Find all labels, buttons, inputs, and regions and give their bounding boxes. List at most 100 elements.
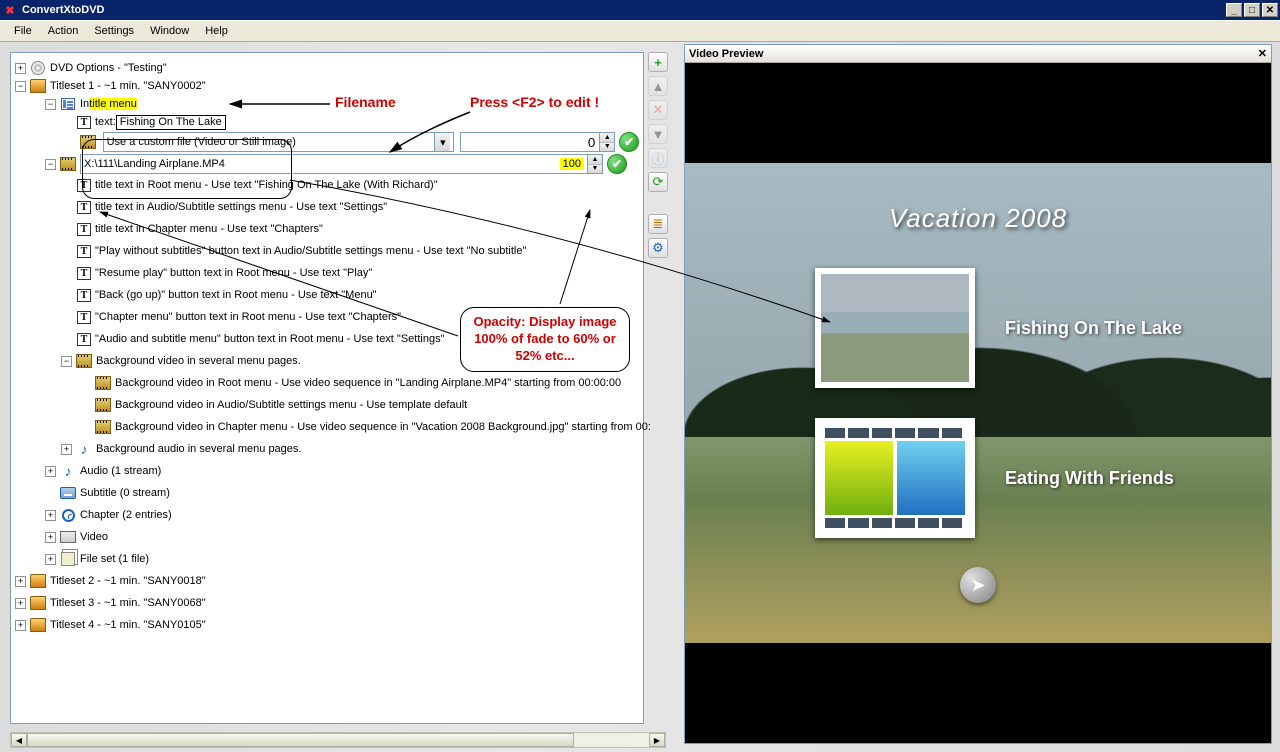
menu-thumbnail-1[interactable] — [815, 268, 975, 388]
music-note-icon: ♪ — [76, 441, 92, 457]
menu-help[interactable]: Help — [197, 23, 236, 39]
expand-icon[interactable]: + — [45, 554, 56, 565]
chevron-down-icon[interactable]: ▾ — [434, 133, 450, 151]
horizontal-scrollbar[interactable]: ◀ ▶ — [10, 732, 666, 748]
offset-field[interactable] — [460, 132, 600, 152]
film-icon — [76, 353, 92, 369]
files-icon — [60, 551, 76, 567]
node-chapter[interactable]: + Chapter (2 entries) — [15, 506, 639, 524]
opacity-spinner[interactable]: ▲▼ — [588, 154, 603, 174]
node-bg-audio[interactable]: + ♪ Background audio in several menu pag… — [15, 440, 639, 458]
expand-icon[interactable]: + — [45, 466, 56, 477]
film-icon — [95, 419, 111, 435]
expand-icon[interactable]: + — [45, 510, 56, 521]
close-button[interactable]: ✕ — [1262, 3, 1278, 17]
node-audio[interactable]: + ♪ Audio (1 stream) — [15, 462, 639, 480]
side-toolbar: + ▲ ✕ ▼ ⓘ ⟳ ≣ ⚙ — [648, 52, 670, 262]
tree-text-line[interactable]: T"Resume play" button text in Root menu … — [15, 264, 639, 282]
info-button[interactable]: ⓘ — [648, 148, 668, 168]
scroll-right-button[interactable]: ▶ — [649, 733, 665, 747]
node-fileset[interactable]: + File set (1 file) — [15, 550, 639, 568]
text-icon: T — [77, 245, 91, 258]
film-icon — [60, 156, 76, 172]
add-button[interactable]: + — [648, 52, 668, 72]
remove-button[interactable]: ✕ — [648, 100, 668, 120]
node-titleset-4[interactable]: + Titleset 4 - ~1 min. "SANY0105" — [15, 616, 639, 634]
node-titleset-2[interactable]: + Titleset 2 - ~1 min. "SANY0018" — [15, 572, 639, 590]
settings-button[interactable]: ⚙ — [648, 238, 668, 258]
node-in-title-menu[interactable]: − In title menu — [15, 95, 639, 113]
menu-title-text: Vacation 2008 — [685, 203, 1271, 234]
node-titleset-3[interactable]: + Titleset 3 - ~1 min. "SANY0068" — [15, 594, 639, 612]
file-path-field[interactable]: X:\111\Landing Airplane.MP4 100 — [80, 154, 588, 174]
menu-file[interactable]: File — [6, 23, 40, 39]
titleset-icon — [30, 595, 46, 611]
titleset-icon — [30, 573, 46, 589]
refresh-button[interactable]: ⟳ — [648, 172, 668, 192]
tree-bg-line[interactable]: Background video in Root menu - Use vide… — [15, 374, 639, 392]
label: Titleset 1 - ~1 min. "SANY0002" — [50, 80, 206, 92]
node-video[interactable]: + Video — [15, 528, 639, 546]
tree-bg-line[interactable]: Background video in Chapter menu - Use v… — [15, 418, 639, 436]
music-note-icon: ♪ — [60, 463, 76, 479]
tree-text-line[interactable]: T"Play without subtitles" button text in… — [15, 242, 639, 260]
expand-icon[interactable]: + — [15, 576, 26, 587]
menu-settings[interactable]: Settings — [86, 23, 142, 39]
tree-text-line[interactable]: Ttitle text in Root menu - Use text "Fis… — [15, 176, 639, 194]
preview-title: Video Preview — [689, 48, 763, 60]
confirm-button[interactable]: ✔ — [607, 154, 627, 174]
collapse-icon[interactable]: − — [15, 81, 26, 92]
tree-text-line[interactable]: Ttitle text in Audio/Subtitle settings m… — [15, 198, 639, 216]
menu-action[interactable]: Action — [40, 23, 87, 39]
menu-thumbnail-2[interactable] — [815, 418, 975, 538]
node-dvd-options[interactable]: + DVD Options - "Testing" — [15, 59, 639, 77]
minimize-button[interactable]: _ — [1226, 3, 1242, 17]
file-path-row: − X:\111\Landing Airplane.MP4 100 ▲▼ ✔ — [15, 154, 639, 174]
text-label: text: — [95, 116, 116, 128]
menu-preview: Vacation 2008 Fishing On The Lake Eating… — [685, 163, 1271, 643]
collapse-icon[interactable]: − — [61, 356, 72, 367]
menu-item-2-label: Eating With Friends — [1005, 468, 1174, 489]
maximize-button[interactable]: □ — [1244, 3, 1260, 17]
nav-next-button[interactable]: ➤ — [960, 567, 996, 603]
expand-icon[interactable]: + — [15, 620, 26, 631]
scroll-thumb[interactable] — [27, 733, 574, 747]
titleset-icon — [30, 617, 46, 633]
offset-spinner[interactable]: ▲▼ — [600, 132, 615, 152]
close-icon[interactable]: ✕ — [1258, 47, 1267, 60]
move-up-button[interactable]: ▲ — [648, 76, 668, 96]
preview-panel: Video Preview ✕ Vacation 2008 Fishing On… — [684, 44, 1272, 744]
file-path-value: X:\111\Landing Airplane.MP4 — [84, 158, 560, 170]
source-combobox[interactable]: Use a custom file (Video or Still image)… — [103, 132, 455, 152]
text-icon: T — [77, 223, 91, 236]
confirm-button[interactable]: ✔ — [619, 132, 639, 152]
tree-text-line[interactable]: Ttitle text in Chapter menu - Use text "… — [15, 220, 639, 238]
tree-bg-line[interactable]: Background video in Audio/Subtitle setti… — [15, 396, 639, 414]
text-icon: T — [77, 289, 91, 302]
expand-icon[interactable]: + — [15, 598, 26, 609]
clock-icon — [60, 507, 76, 523]
collapse-icon[interactable]: − — [45, 99, 56, 110]
collapse-icon[interactable]: − — [45, 159, 56, 170]
window-titlebar: ✖ ConvertXtoDVD _ □ ✕ — [0, 0, 1280, 20]
tree-text-line[interactable]: T"Back (go up)" button text in Root menu… — [15, 286, 639, 304]
subtitle-icon — [60, 485, 76, 501]
node-titleset-1[interactable]: − Titleset 1 - ~1 min. "SANY0002" — [15, 77, 639, 95]
organize-button[interactable]: ≣ — [648, 214, 668, 234]
title-text-input[interactable]: Fishing On The Lake — [116, 115, 226, 130]
node-subtitle[interactable]: Subtitle (0 stream) — [15, 484, 639, 502]
menu-icon — [60, 96, 76, 112]
expand-icon[interactable]: + — [15, 63, 26, 74]
expand-icon[interactable]: + — [61, 444, 72, 455]
preview-body: Vacation 2008 Fishing On The Lake Eating… — [685, 63, 1271, 743]
film-icon — [95, 397, 111, 413]
text-icon: T — [77, 311, 91, 324]
scroll-left-button[interactable]: ◀ — [11, 733, 27, 747]
expand-icon[interactable]: + — [45, 532, 56, 543]
label: DVD Options - "Testing" — [50, 62, 167, 74]
text-icon: T — [77, 267, 91, 280]
node-text-field[interactable]: T text: Fishing On The Lake — [15, 113, 639, 131]
move-down-button[interactable]: ▼ — [648, 124, 668, 144]
menu-window[interactable]: Window — [142, 23, 197, 39]
preview-header: Video Preview ✕ — [685, 45, 1271, 63]
